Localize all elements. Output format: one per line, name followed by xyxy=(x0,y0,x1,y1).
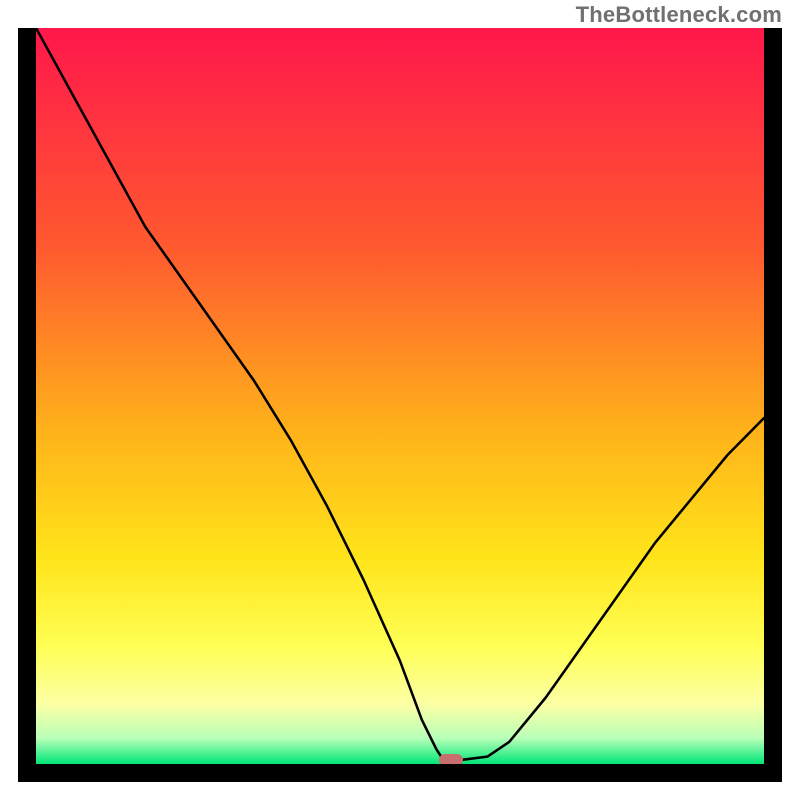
plot-area xyxy=(36,28,764,764)
chart-frame xyxy=(18,28,782,782)
watermark-label: TheBottleneck.com xyxy=(576,2,782,28)
bottleneck-chart: TheBottleneck.com xyxy=(0,0,800,800)
optimal-marker-icon xyxy=(439,754,463,764)
curve-layer xyxy=(36,28,764,764)
bottleneck-curve xyxy=(36,28,764,760)
